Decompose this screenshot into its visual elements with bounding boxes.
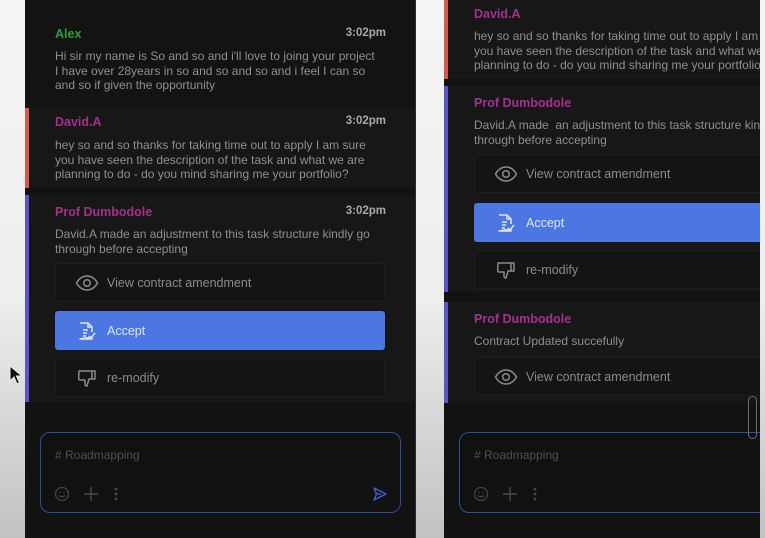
message-author: David.A bbox=[474, 7, 521, 21]
message-text: hey so and so thanks for taking time out… bbox=[55, 138, 366, 182]
message-author: Prof Dumbodole bbox=[474, 96, 572, 110]
message-accent-bar bbox=[444, 302, 448, 403]
message-prof-update: Prof Dumbodole Contract Updated succeful… bbox=[444, 302, 760, 403]
thumbs-down-icon bbox=[75, 366, 99, 390]
eye-icon bbox=[494, 162, 518, 186]
eye-icon bbox=[494, 365, 518, 389]
message-david: David.A 3:02pm hey so and so thanks for … bbox=[25, 108, 416, 188]
message-accent-bar bbox=[25, 108, 29, 188]
mouse-cursor-icon bbox=[9, 364, 25, 390]
re-modify-button[interactable]: re-modify bbox=[55, 358, 385, 397]
button-label: Accept bbox=[526, 215, 565, 230]
message-time: 3:02pm bbox=[345, 205, 386, 217]
thumbs-down-icon bbox=[494, 258, 518, 282]
re-modify-button[interactable]: re-modify bbox=[474, 250, 760, 289]
message-composer[interactable]: # Roadmapping bbox=[40, 432, 401, 513]
message-time: 3:02pm bbox=[345, 27, 386, 39]
button-label: re-modify bbox=[526, 262, 579, 277]
composer-toolbar bbox=[473, 486, 538, 502]
document-check-icon bbox=[75, 319, 99, 343]
message-author: Alex bbox=[55, 27, 82, 41]
composer-input[interactable]: # Roadmapping bbox=[55, 448, 140, 462]
message-alex: Alex 3:02pm Hi sir my name is So and so … bbox=[25, 0, 416, 107]
emoji-icon[interactable] bbox=[473, 486, 489, 502]
button-label: View contract amendment bbox=[107, 275, 252, 290]
plus-icon[interactable] bbox=[502, 486, 518, 502]
send-button[interactable] bbox=[372, 486, 388, 507]
emoji-icon[interactable] bbox=[54, 486, 70, 502]
eye-icon bbox=[75, 271, 99, 295]
composer-input[interactable]: # Roadmapping bbox=[474, 448, 559, 462]
view-contract-amendment-button[interactable]: View contract amendment bbox=[474, 357, 760, 396]
document-check-icon bbox=[494, 211, 518, 235]
more-vertical-icon[interactable] bbox=[113, 486, 119, 502]
accept-button[interactable]: Accept bbox=[55, 311, 385, 350]
message-accent-bar bbox=[25, 195, 29, 402]
message-time: 3:02pm bbox=[345, 115, 386, 127]
message-author: David.A bbox=[55, 115, 102, 129]
view-contract-amendment-button[interactable]: View contract amendment bbox=[474, 154, 760, 193]
button-label: Accept bbox=[107, 323, 146, 338]
message-prof: Prof Dumbodole 3:02pm David.A made an ad… bbox=[25, 195, 416, 402]
button-label: View contract amendment bbox=[526, 166, 671, 181]
message-accent-bar bbox=[444, 0, 448, 79]
chat-panel-right: David.A hey so and so thanks for taking … bbox=[444, 0, 760, 538]
scrollbar-thumb[interactable] bbox=[748, 396, 757, 439]
view-contract-amendment-button[interactable]: View contract amendment bbox=[55, 263, 385, 302]
message-author: Prof Dumbodole bbox=[55, 205, 153, 219]
message-text: Hi sir my name is So and so and i'll lov… bbox=[55, 49, 375, 93]
more-vertical-icon[interactable] bbox=[532, 486, 538, 502]
message-text: David.A made an adjustment to this task … bbox=[474, 118, 760, 147]
plus-icon[interactable] bbox=[83, 486, 99, 502]
button-label: View contract amendment bbox=[526, 369, 671, 384]
message-text: hey so and so thanks for taking time out… bbox=[474, 29, 760, 73]
message-author: Prof Dumbodole bbox=[474, 312, 572, 326]
panel-edge bbox=[415, 0, 416, 538]
button-label: re-modify bbox=[107, 370, 160, 385]
composer-toolbar bbox=[54, 486, 119, 502]
message-text: David.A made an adjustment to this task … bbox=[55, 227, 370, 256]
message-text: Contract Updated succefully bbox=[474, 334, 625, 348]
accept-button[interactable]: Accept bbox=[474, 203, 760, 242]
chat-panel-left: Alex 3:02pm Hi sir my name is So and so … bbox=[25, 0, 416, 538]
message-accent-bar bbox=[444, 86, 448, 292]
send-icon bbox=[372, 486, 388, 507]
message-composer[interactable]: # Roadmapping bbox=[459, 432, 760, 513]
message-david: David.A hey so and so thanks for taking … bbox=[444, 0, 760, 79]
message-prof: Prof Dumbodole David.A made an adjustmen… bbox=[444, 86, 760, 292]
